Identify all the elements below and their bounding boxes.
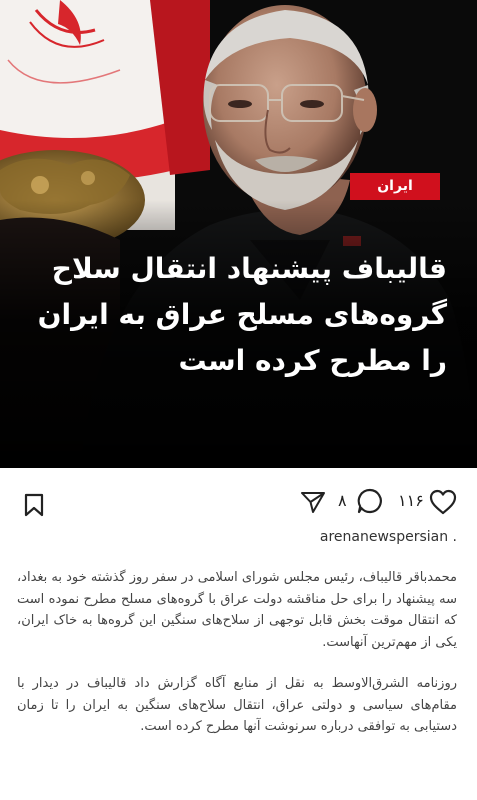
comment-icon[interactable] — [356, 487, 384, 515]
post-author[interactable]: arenanewspersian . — [320, 529, 457, 545]
category-tag: ایران — [350, 173, 440, 200]
comment-count: ۸ — [338, 491, 347, 510]
caption-paragraph: روزنامه الشرق‌الاوسط به نقل از منابع آگا… — [17, 676, 457, 734]
paper-plane-icon[interactable] — [300, 490, 326, 514]
post-image[interactable]: ایران قالیباف پیشنهاد انتقال سلاح گروه‌ه… — [0, 0, 477, 468]
caption-paragraph: محمدباقر قالیباف، رئیس مجلس شورای اسلامی… — [16, 570, 457, 650]
bookmark-icon[interactable] — [22, 493, 46, 517]
post-caption: محمدباقر قالیباف، رئیس مجلس شورای اسلامی… — [17, 567, 457, 758]
like-count: ۱۱۶ — [398, 491, 424, 510]
heart-icon[interactable] — [428, 488, 458, 516]
post-photo — [0, 0, 477, 468]
post-headline: قالیباف پیشنهاد انتقال سلاح گروه‌های مسل… — [37, 252, 447, 377]
